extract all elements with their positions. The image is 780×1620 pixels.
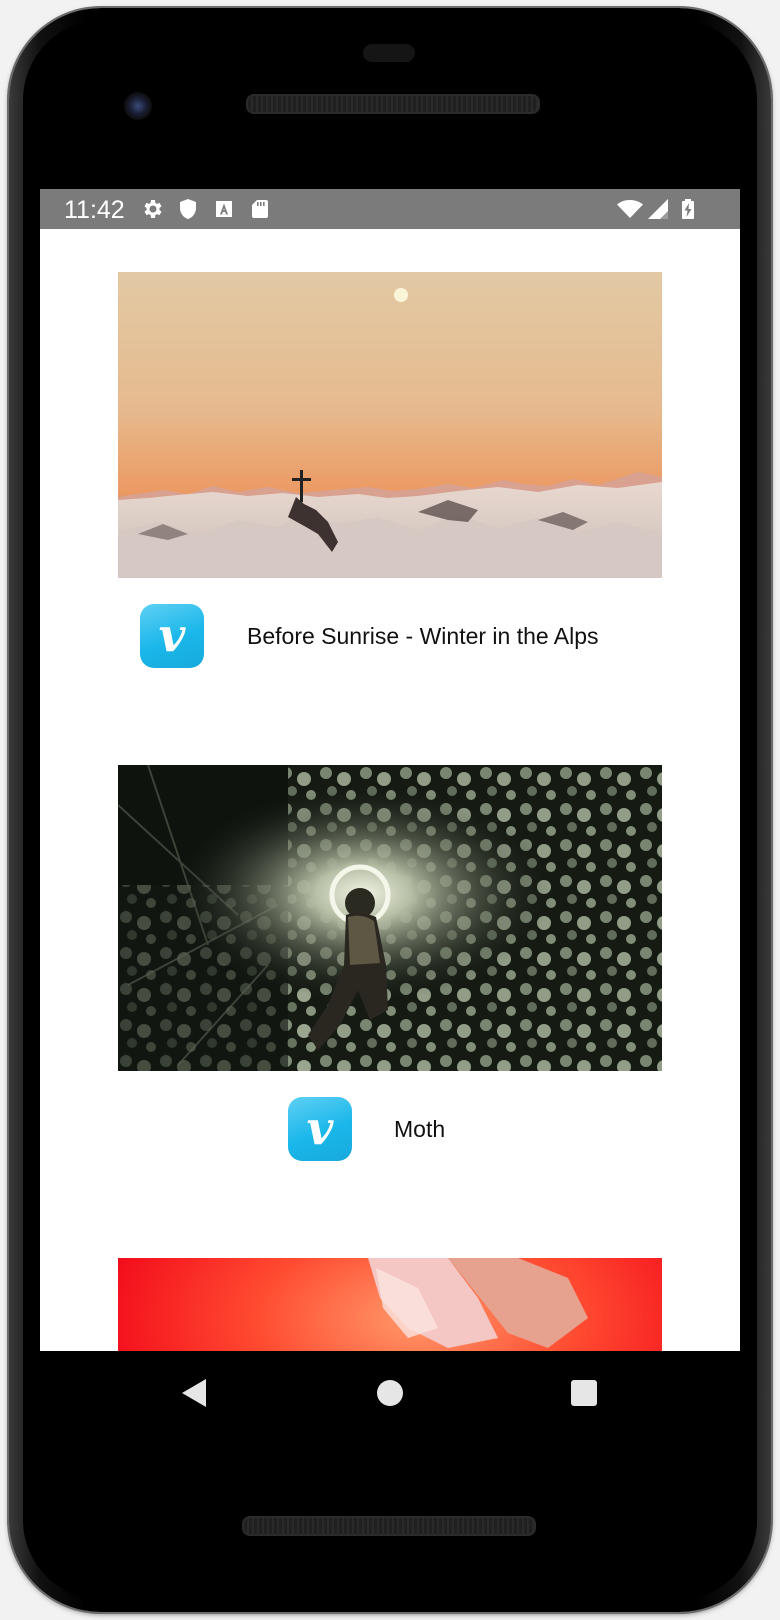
vimeo-icon[interactable]: v — [140, 604, 204, 668]
navigation-bar — [40, 1351, 740, 1451]
video-row[interactable]: v Before Sunrise - Winter in the Alps — [118, 604, 662, 684]
shield-icon — [180, 199, 196, 219]
battery-charging-icon — [682, 199, 694, 219]
back-icon[interactable] — [182, 1379, 206, 1407]
wifi-icon — [617, 200, 643, 218]
screen: 11:42 v Before Sunrise - Winter in the A… — [40, 189, 740, 1351]
video-title[interactable]: Before Sunrise - Winter in the Alps — [247, 623, 599, 650]
settings-icon — [144, 200, 162, 218]
recents-icon[interactable] — [571, 1380, 597, 1406]
video-row[interactable]: v Moth — [118, 1097, 662, 1177]
video-title[interactable]: Moth — [394, 1116, 445, 1143]
front-camera — [124, 92, 152, 120]
sd-card-icon — [252, 200, 268, 218]
font-a-icon — [216, 201, 232, 217]
status-bar: 11:42 — [40, 189, 740, 229]
status-time: 11:42 — [64, 196, 125, 224]
cell-signal-icon — [648, 199, 668, 219]
video-thumbnail[interactable] — [118, 765, 662, 1071]
earpiece — [363, 44, 415, 62]
video-thumbnail[interactable] — [118, 272, 662, 578]
video-list[interactable]: v Before Sunrise - Winter in the Alps v … — [40, 229, 740, 1351]
bottom-speaker — [242, 1516, 536, 1536]
video-thumbnail[interactable] — [118, 1258, 662, 1351]
top-speaker — [246, 94, 540, 114]
home-icon[interactable] — [377, 1380, 403, 1406]
vimeo-icon[interactable]: v — [288, 1097, 352, 1161]
